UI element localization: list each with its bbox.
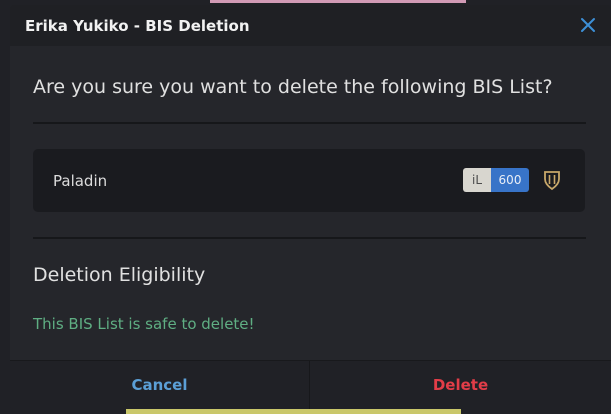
- modal-footer: Cancel Delete: [10, 360, 611, 409]
- modal-header: Erika Yukiko - BIS Deletion: [10, 5, 611, 46]
- bis-list-name: Paladin: [53, 172, 108, 190]
- close-button[interactable]: [579, 16, 597, 34]
- modal-title: Erika Yukiko - BIS Deletion: [25, 17, 250, 35]
- eligibility-status: This BIS List is safe to delete!: [33, 315, 255, 333]
- bis-deletion-modal: Erika Yukiko - BIS Deletion Are you sure…: [10, 5, 611, 409]
- bis-list-card: Paladin iL 600: [33, 149, 585, 212]
- cancel-button[interactable]: Cancel: [10, 361, 309, 409]
- divider: [33, 237, 586, 239]
- background-pink-bar: [210, 0, 466, 3]
- confirmation-question: Are you sure you want to delete the foll…: [33, 76, 553, 98]
- item-level-label: iL: [463, 168, 491, 192]
- item-level-badge: iL 600: [463, 168, 529, 192]
- divider: [33, 122, 586, 124]
- paladin-job-icon: [544, 171, 560, 191]
- item-level-value: 600: [491, 168, 529, 192]
- close-icon: [581, 18, 595, 32]
- delete-button[interactable]: Delete: [310, 361, 611, 409]
- eligibility-title: Deletion Eligibility: [33, 264, 206, 286]
